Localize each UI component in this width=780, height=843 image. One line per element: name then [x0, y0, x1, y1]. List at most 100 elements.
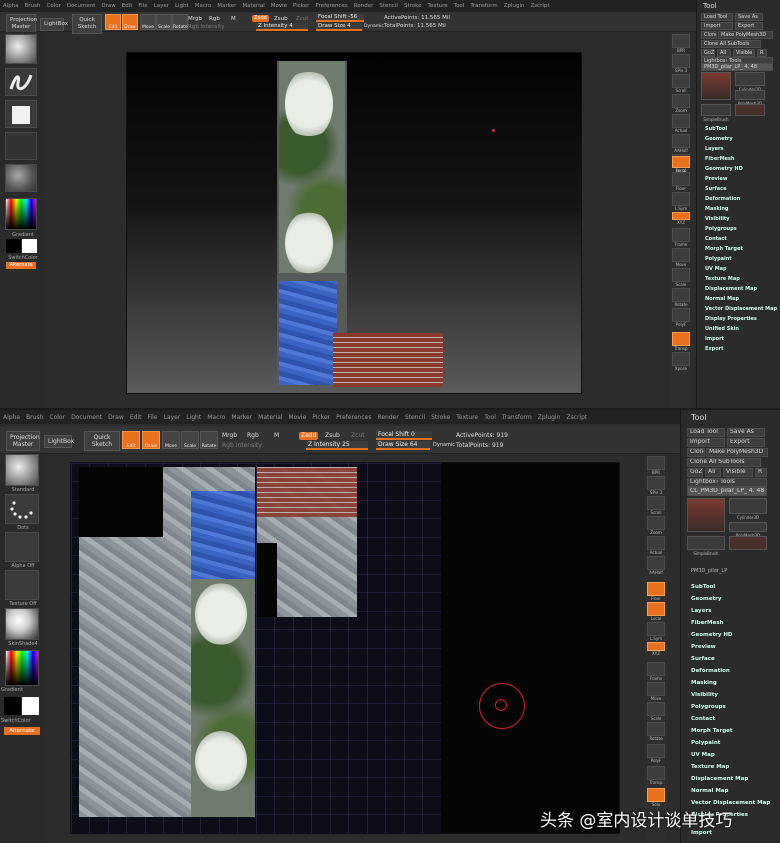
dynamic-button[interactable]: Dynamic	[433, 442, 455, 448]
aahalf-button[interactable]: AAHalf	[672, 134, 690, 153]
section-normal-map[interactable]: Normal Map	[705, 296, 739, 302]
secondary-color-swatch[interactable]	[22, 239, 37, 253]
section-geometry[interactable]: Geometry	[705, 136, 733, 142]
make-polymesh-button[interactable]: Make PolyMesh3D	[718, 31, 773, 39]
clone-button[interactable]: Clone	[701, 31, 717, 39]
tool-thumb-polymesh[interactable]: PolyMesh3D	[735, 90, 765, 106]
tool-thumb-polymesh[interactable]: PolyMesh3D	[729, 522, 767, 538]
lightbox-button[interactable]: LightBox	[44, 435, 74, 448]
bpr-button[interactable]: BPR	[672, 34, 690, 53]
menu-draw[interactable]: Draw	[101, 3, 115, 9]
menu-zplugin[interactable]: Zplugin	[504, 3, 525, 9]
material-thumbnail[interactable]	[5, 608, 39, 640]
section-visibility[interactable]: Visibility	[691, 692, 718, 698]
all-button[interactable]: All	[705, 468, 721, 477]
section-display-properties[interactable]: Display Properties	[705, 316, 757, 322]
lightbox-tools-button[interactable]: Lightbox› Tools	[687, 478, 767, 487]
current-tool-slider[interactable]: CL_PM3D_pilar_LP_ 4. 48	[687, 487, 767, 496]
actual-button[interactable]: Actual	[647, 536, 665, 555]
move-mode-button[interactable]: Move	[140, 14, 156, 30]
menu-brush[interactable]: Brush	[25, 3, 41, 9]
xyz-button[interactable]: XYZ	[647, 642, 665, 656]
zcut-button[interactable]: Zcut	[351, 432, 365, 439]
switchcolor-label[interactable]: SwitchColor	[1, 718, 41, 724]
zadd-button[interactable]: Zadd	[299, 432, 319, 440]
actual-button[interactable]: Actual	[672, 114, 690, 133]
draw-mode-button[interactable]: Draw	[122, 14, 138, 30]
stroke-thumbnail[interactable]	[5, 68, 37, 96]
dynamic-button[interactable]: Dynamic	[364, 24, 384, 29]
menu-light[interactable]: Light	[175, 3, 189, 9]
section-displacement-map[interactable]: Displacement Map	[691, 776, 748, 782]
tool-thumb-pillar[interactable]	[701, 72, 731, 100]
texture-thumbnail[interactable]	[5, 132, 37, 160]
section-polypaint[interactable]: Polypaint	[705, 256, 732, 262]
menu-color[interactable]: Color	[49, 414, 65, 421]
quick-sketch-button[interactable]: Quick Sketch	[72, 14, 102, 34]
menu-movie[interactable]: Movie	[289, 414, 307, 421]
primary-color-swatch[interactable]	[6, 239, 21, 253]
spix-button[interactable]: SPix 3	[647, 476, 665, 495]
menu-texture[interactable]: Texture	[456, 414, 478, 421]
tool-thumb-pillar[interactable]	[687, 498, 725, 532]
section-deformation[interactable]: Deformation	[705, 196, 740, 202]
menu-zscript[interactable]: Zscript	[530, 3, 549, 9]
bpr-button[interactable]: BPR	[647, 456, 665, 475]
zcut-button[interactable]: Zcut	[296, 16, 308, 22]
zoom-button[interactable]: Zoom	[647, 516, 665, 535]
solo-button[interactable]: Solo	[647, 788, 665, 807]
viewport-bottom[interactable]	[70, 462, 620, 834]
menu-preferences[interactable]: Preferences	[315, 3, 347, 9]
frame-button[interactable]: Frame	[672, 228, 690, 247]
zoom-button[interactable]: Zoom	[672, 94, 690, 113]
all-button[interactable]: All	[717, 49, 731, 57]
move-view-button[interactable]: Move	[672, 248, 690, 267]
make-polymesh-button[interactable]: Make PolyMesh3D	[706, 448, 768, 457]
menu-stencil[interactable]: Stencil	[405, 414, 425, 421]
gradient-label[interactable]: Gradient	[3, 232, 43, 238]
menu-tool[interactable]: Tool	[454, 3, 465, 9]
polyf-button[interactable]: PolyF	[647, 744, 665, 763]
menu-picker[interactable]: Picker	[312, 414, 330, 421]
aahalf-button[interactable]: AAHalf	[647, 556, 665, 575]
projection-master-button[interactable]: Projection Master	[6, 431, 40, 451]
menu-file[interactable]: File	[138, 3, 147, 9]
lsym-button[interactable]: L.Sym	[647, 622, 665, 641]
visible-button[interactable]: Visible	[723, 468, 753, 477]
scroll-button[interactable]: Scroll	[672, 74, 690, 93]
m-button[interactable]: M	[231, 16, 236, 22]
menu-movie[interactable]: Movie	[271, 3, 287, 9]
gradient-label[interactable]: Gradient	[1, 687, 41, 693]
menu-macro[interactable]: Macro	[195, 3, 212, 9]
stroke-thumbnail[interactable]	[5, 494, 39, 524]
color-picker[interactable]	[5, 198, 37, 230]
section-uv-map[interactable]: UV Map	[705, 266, 727, 272]
alternate-button[interactable]: Alternate	[4, 727, 40, 735]
section-geometry-hd[interactable]: Geometry HD	[705, 166, 743, 172]
clone-button[interactable]: Clone	[687, 448, 705, 457]
scale-mode-button[interactable]: Scale	[156, 14, 172, 30]
section-polygroups[interactable]: Polygroups	[705, 226, 737, 232]
menu-layer[interactable]: Layer	[154, 3, 169, 9]
menu-edit[interactable]: Edit	[130, 414, 142, 421]
frame-button[interactable]: Frame	[647, 662, 665, 681]
load-tool-button[interactable]: Load Tool	[687, 428, 725, 437]
tool-thumb-pm3d-pilar[interactable]	[735, 104, 765, 116]
secondary-color-swatch[interactable]	[22, 697, 39, 715]
polyf-button[interactable]: PolyF	[672, 308, 690, 327]
section-unified-skin[interactable]: Unified Skin	[705, 326, 739, 332]
rgb-intensity-slider[interactable]: Rgb Intensity	[222, 442, 262, 449]
edit-mode-button[interactable]: Edit	[105, 14, 121, 30]
menu-tool[interactable]: Tool	[484, 414, 496, 421]
menu-macro[interactable]: Macro	[207, 414, 225, 421]
local-button[interactable]: Local	[647, 602, 665, 621]
menu-stencil[interactable]: Stencil	[379, 3, 398, 9]
menu-render[interactable]: Render	[377, 414, 398, 421]
menu-layer[interactable]: Layer	[164, 414, 181, 421]
menu-material[interactable]: Material	[242, 3, 264, 9]
rotate-view-button[interactable]: Rotate	[672, 288, 690, 307]
section-preview[interactable]: Preview	[705, 176, 728, 182]
section-import[interactable]: Import	[705, 336, 724, 342]
section-masking[interactable]: Masking	[691, 680, 717, 686]
tool-thumb-cylinder[interactable]: Cylinder3D	[729, 498, 767, 520]
